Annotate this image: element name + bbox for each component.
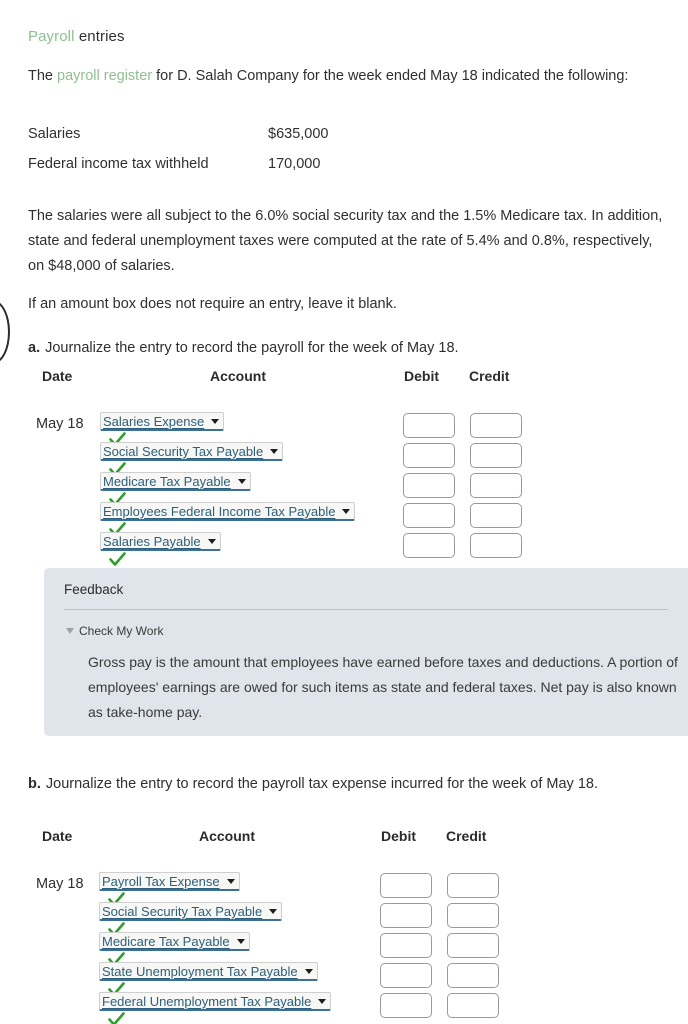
account-select-b-4-label: State Unemployment Tax Payable — [102, 963, 298, 979]
chevron-down-icon — [226, 878, 235, 884]
amount-label: Federal income tax withheld — [28, 156, 209, 172]
credit-input-a-3[interactable] — [470, 473, 522, 498]
part-b-letter: b. — [28, 776, 41, 792]
amount-value: $635,000 — [268, 126, 329, 142]
check-my-work-label: Check My Work — [79, 624, 164, 638]
account-select-b-3[interactable]: Medicare Tax Payable — [99, 932, 250, 951]
account-select-b-2[interactable]: Social Security Tax Payable — [99, 902, 283, 921]
column-header-account: Account — [199, 828, 255, 844]
feedback-title: Feedback — [64, 582, 124, 597]
feedback-panel: Feedback Check My Work Gross pay is the … — [44, 568, 688, 736]
part-a-prompt: a. Journalize the entry to record the pay… — [28, 336, 678, 361]
correct-check-icon — [109, 552, 126, 567]
credit-input-a-2[interactable] — [470, 443, 522, 468]
account-select-a-2[interactable]: Social Security Tax Payable — [100, 442, 284, 461]
debit-input-a-1[interactable] — [403, 413, 455, 438]
account-select-a-5-label: Salaries Payable — [103, 533, 201, 549]
column-header-credit: Credit — [446, 828, 487, 844]
chevron-down-icon — [270, 448, 279, 454]
account-cell: Federal Unemployment Tax Payable — [99, 992, 332, 1024]
account-select-b-2-label: Social Security Tax Payable — [102, 903, 263, 919]
intro-before: The — [28, 68, 58, 84]
credit-input-a-4[interactable] — [470, 503, 522, 528]
debit-input-a-4[interactable] — [403, 503, 455, 528]
payroll-amounts-table: Salaries $635,000 Federal income tax wit… — [28, 126, 328, 186]
account-select-b-5[interactable]: Federal Unemployment Tax Payable — [99, 992, 332, 1011]
account-select-a-3-label: Medicare Tax Payable — [103, 473, 231, 489]
chevron-down-icon — [237, 478, 246, 484]
account-select-a-2-label: Social Security Tax Payable — [103, 443, 264, 459]
intro-paragraph: The payroll register for D. Salah Compan… — [28, 64, 668, 89]
debit-input-b-1[interactable] — [380, 873, 432, 898]
credit-input-a-5[interactable] — [470, 533, 522, 558]
page-title-rest: entries — [74, 28, 125, 45]
entry-date: May 18 — [36, 416, 84, 432]
credit-input-b-5[interactable] — [447, 993, 499, 1018]
table-row: Salaries $635,000 — [28, 126, 328, 156]
column-header-date: Date — [42, 828, 73, 844]
correct-check-icon — [108, 1012, 125, 1024]
table-row: Federal income tax withheld 170,000 — [28, 156, 328, 186]
question-page: Payroll entries The payroll register for… — [0, 0, 688, 1024]
chevron-down-icon — [207, 538, 216, 544]
debit-input-b-5[interactable] — [380, 993, 432, 1018]
account-select-b-1[interactable]: Payroll Tax Expense — [99, 872, 240, 891]
column-header-date: Date — [42, 368, 73, 384]
account-select-b-1-label: Payroll Tax Expense — [102, 873, 220, 889]
amount-label: Salaries — [28, 126, 81, 142]
chevron-down-icon — [318, 998, 327, 1004]
feedback-divider — [64, 609, 668, 610]
debit-input-a-3[interactable] — [403, 473, 455, 498]
account-select-a-4-label: Employees Federal Income Tax Payable — [103, 503, 336, 519]
debit-input-b-4[interactable] — [380, 963, 432, 988]
column-header-credit: Credit — [469, 368, 510, 384]
feedback-body-text: Gross pay is the amount that employees h… — [88, 654, 678, 720]
chevron-down-icon — [211, 418, 220, 424]
intro-after: for D. Salah Company for the week ended … — [152, 68, 629, 84]
account-select-a-1[interactable]: Salaries Expense — [100, 412, 225, 431]
chevron-down-icon — [342, 508, 351, 514]
blank-entry-note: If an amount box does not require an ent… — [28, 296, 397, 312]
chevron-down-icon — [236, 938, 245, 944]
part-a-letter: a. — [28, 340, 41, 356]
part-b-prompt-text: Journalize the entry to record the payro… — [45, 776, 598, 792]
check-my-work-toggle[interactable]: Check My Work — [64, 624, 668, 638]
account-select-b-5-label: Federal Unemployment Tax Payable — [102, 993, 312, 1009]
tax-rates-paragraph: The salaries were all subject to the 6.0… — [28, 208, 663, 274]
account-select-a-1-label: Salaries Expense — [103, 413, 205, 429]
debit-input-b-2[interactable] — [380, 903, 432, 928]
column-header-account: Account — [210, 368, 266, 384]
triangle-down-icon — [66, 628, 74, 634]
account-select-b-4[interactable]: State Unemployment Tax Payable — [99, 962, 318, 981]
credit-input-b-2[interactable] — [447, 903, 499, 928]
credit-input-b-4[interactable] — [447, 963, 499, 988]
part-a-prompt-text: Journalize the entry to record the payro… — [45, 340, 459, 356]
entry-date: May 18 — [36, 876, 84, 892]
page-title: Payroll entries — [28, 28, 125, 45]
account-select-a-5[interactable]: Salaries Payable — [100, 532, 221, 551]
credit-input-b-3[interactable] — [447, 933, 499, 958]
page-title-link[interactable]: Payroll — [28, 28, 75, 45]
chevron-down-icon — [304, 968, 313, 974]
account-select-a-3[interactable]: Medicare Tax Payable — [100, 472, 251, 491]
payroll-register-link[interactable]: payroll register — [57, 68, 152, 84]
credit-input-a-1[interactable] — [470, 413, 522, 438]
account-cell: Salaries Payable — [100, 532, 221, 569]
part-b-prompt: b. Journalize the entry to record the pay… — [28, 772, 678, 797]
column-header-debit: Debit — [404, 368, 439, 384]
payroll-amounts-body: Salaries $635,000 Federal income tax wit… — [28, 126, 328, 186]
account-select-a-4[interactable]: Employees Federal Income Tax Payable — [100, 502, 356, 521]
account-select-b-3-label: Medicare Tax Payable — [102, 933, 230, 949]
amount-value: 170,000 — [268, 156, 321, 172]
column-header-debit: Debit — [381, 828, 416, 844]
debit-input-b-3[interactable] — [380, 933, 432, 958]
credit-input-b-1[interactable] — [447, 873, 499, 898]
chevron-down-icon — [269, 908, 278, 914]
page-edge-arc-decoration — [0, 300, 10, 364]
debit-input-a-5[interactable] — [403, 533, 455, 558]
debit-input-a-2[interactable] — [403, 443, 455, 468]
